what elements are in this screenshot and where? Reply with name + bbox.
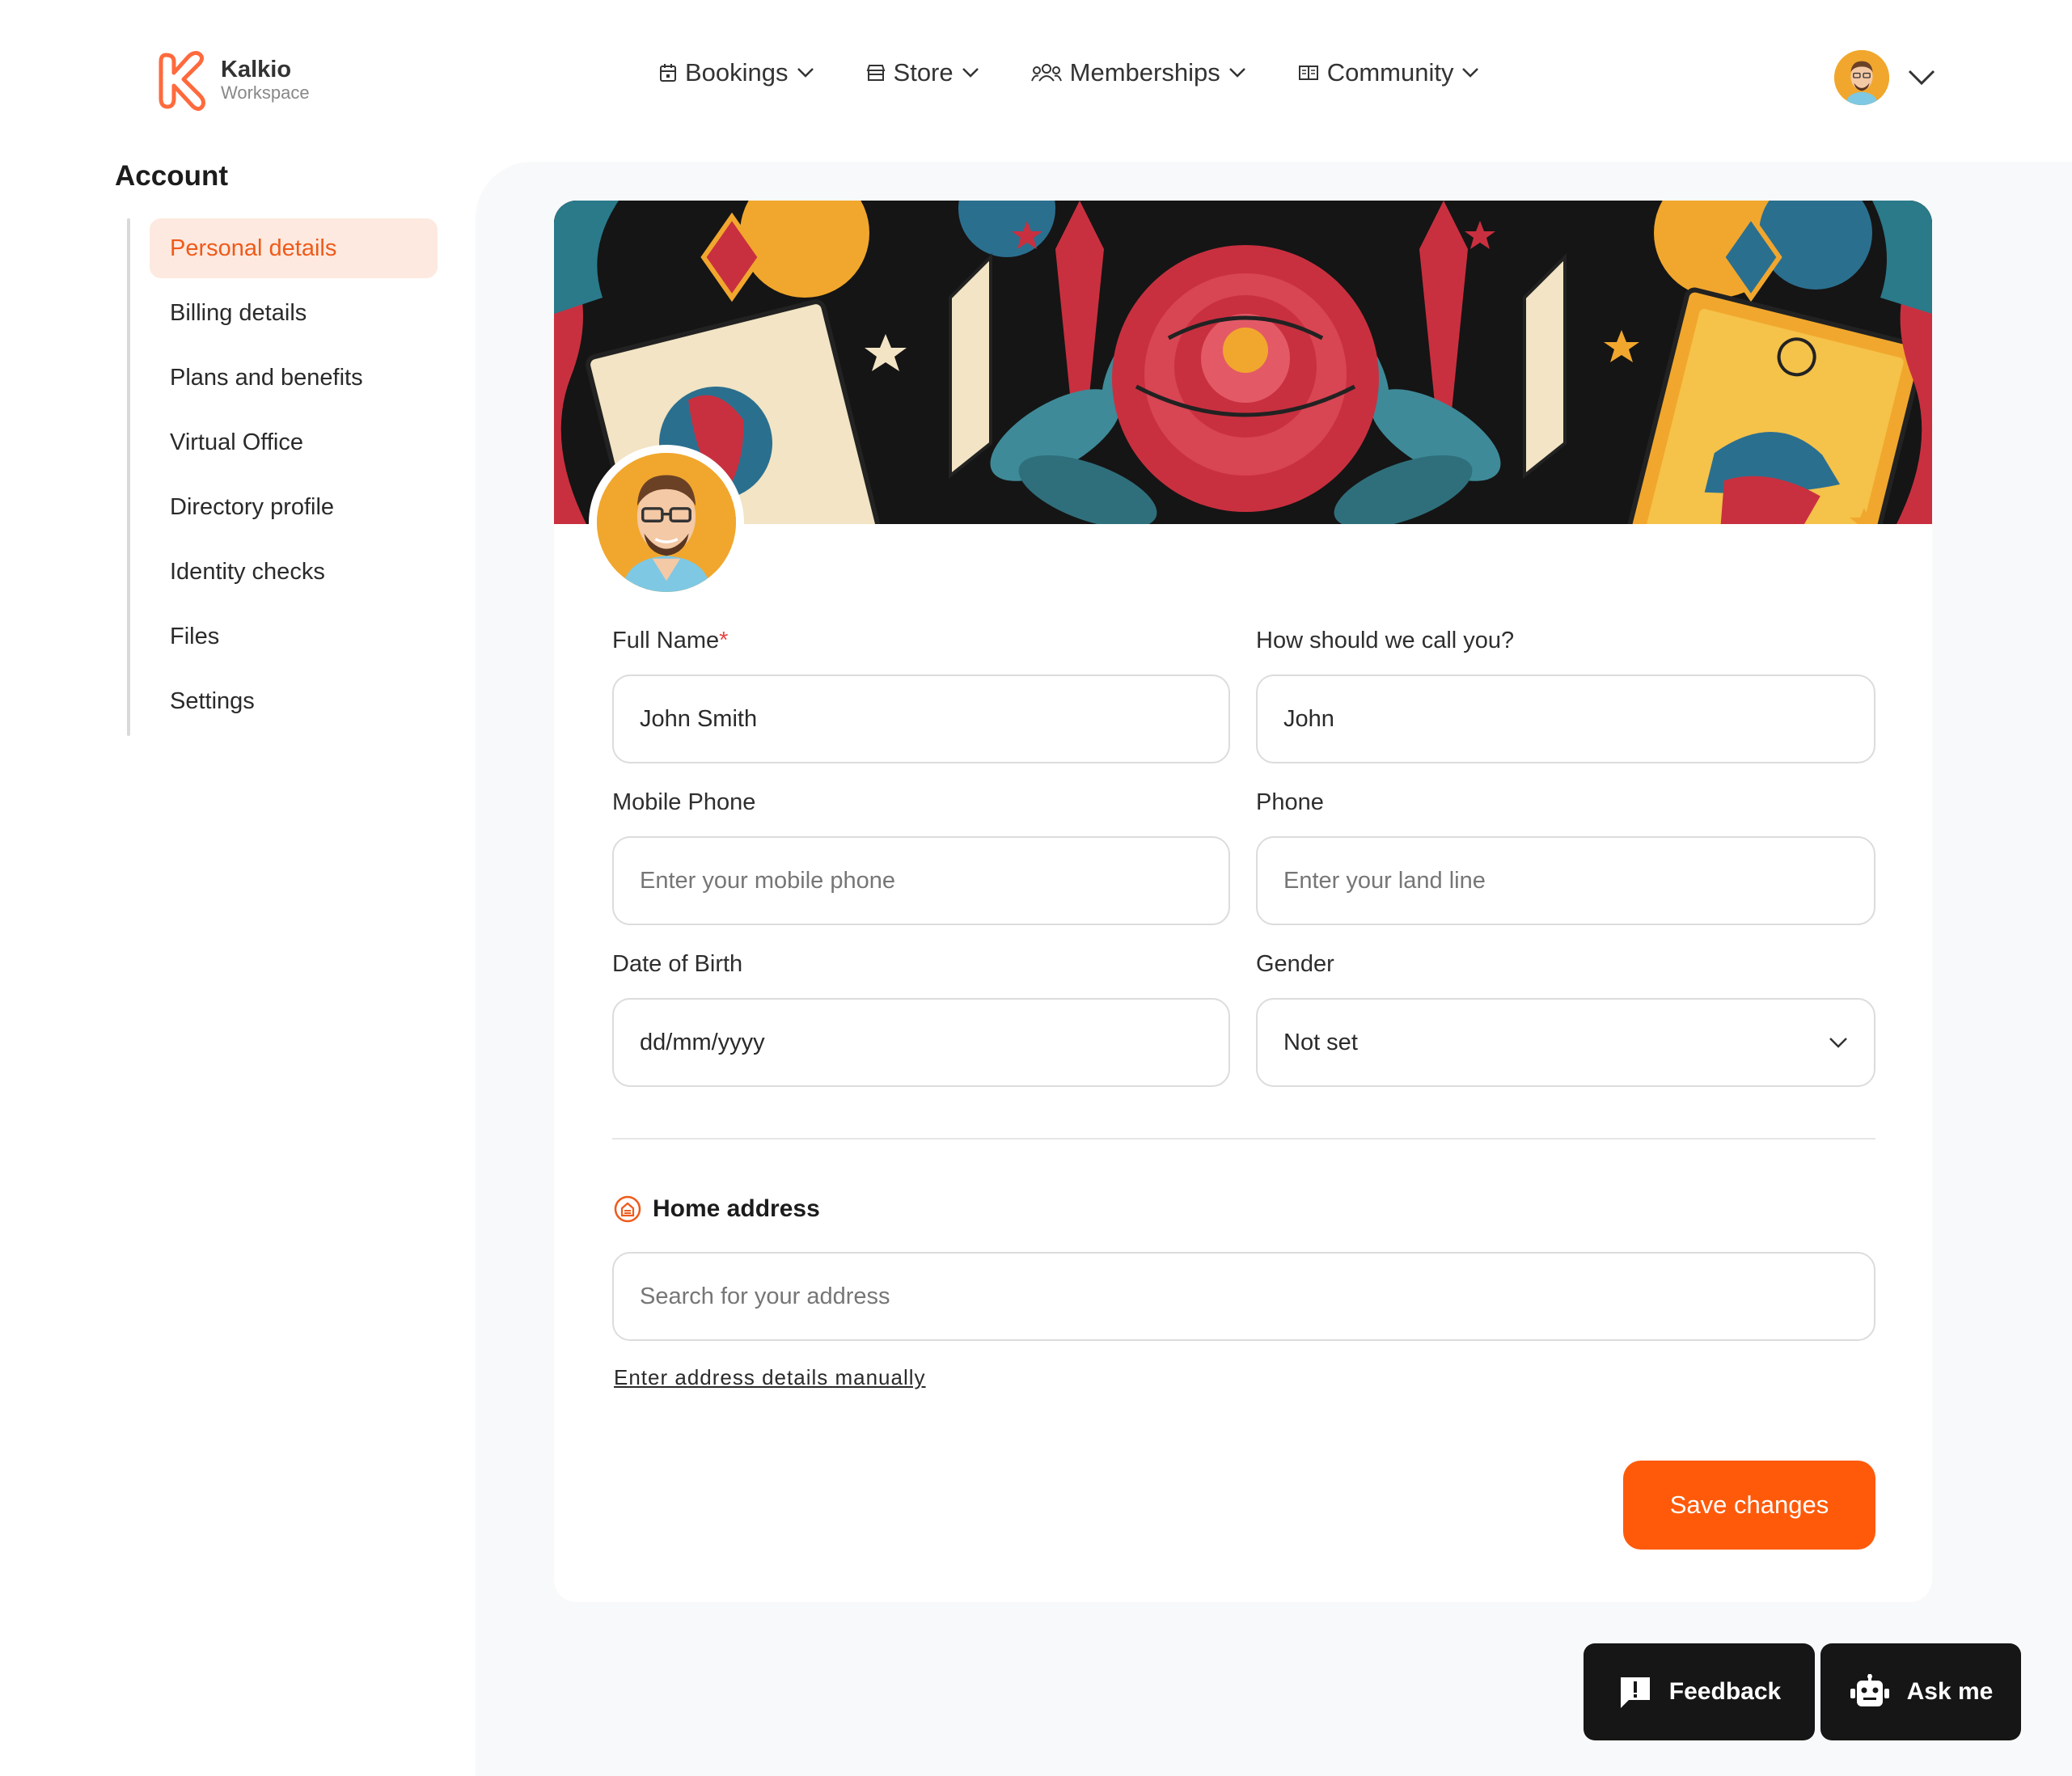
mobile-phone-label: Mobile Phone [612, 789, 756, 815]
nav-label: Community [1326, 58, 1454, 87]
full-name-label: Full Name* [612, 628, 729, 653]
sidebar-item-settings[interactable]: Settings [150, 671, 438, 731]
chevron-down-icon [1228, 68, 1245, 78]
nav-community[interactable]: Community [1298, 58, 1480, 87]
nav-memberships[interactable]: Memberships [1030, 58, 1246, 87]
sidebar-title: Account [115, 160, 228, 192]
dob-label: Date of Birth [612, 951, 743, 977]
sidebar-item-plans-and-benefits[interactable]: Plans and benefits [150, 348, 438, 408]
cover-banner[interactable] [554, 201, 1932, 524]
nav-label: Store [893, 58, 954, 87]
nav-label: Bookings [685, 58, 789, 87]
brand-subtitle: Workspace [221, 82, 310, 103]
address-search-input[interactable]: Search for your address [612, 1252, 1875, 1341]
mobile-phone-input[interactable]: Enter your mobile phone [612, 836, 1230, 925]
enter-address-manually-link[interactable]: Enter address details manually [614, 1365, 926, 1390]
sidebar-item-identity-checks[interactable]: Identity checks [150, 542, 438, 602]
nav-store[interactable]: Store [866, 58, 979, 87]
store-icon [866, 65, 885, 81]
nav-label: Memberships [1069, 58, 1220, 87]
required-marker: * [719, 628, 729, 653]
logo[interactable]: Kalkio Workspace [156, 49, 310, 112]
user-menu[interactable] [1834, 50, 1936, 105]
gender-label: Gender [1256, 951, 1334, 977]
full-name-input[interactable]: John Smith [612, 674, 1230, 763]
robot-icon [1850, 1674, 1889, 1706]
ask-me-button[interactable]: Ask me [1820, 1643, 2021, 1740]
sidebar-item-virtual-office[interactable]: Virtual Office [150, 412, 438, 472]
home-address-icon [614, 1195, 641, 1223]
sidebar-item-files[interactable]: Files [150, 607, 438, 666]
section-divider [612, 1138, 1875, 1140]
dob-input[interactable]: dd/mm/yyyy [612, 998, 1230, 1087]
nav-bookings[interactable]: Bookings [659, 58, 814, 87]
feedback-button[interactable]: Feedback [1584, 1643, 1815, 1740]
sidebar-menu: Personal details Billing details Plans a… [150, 218, 438, 736]
nickname-label: How should we call you? [1256, 628, 1515, 653]
save-changes-button[interactable]: Save changes [1623, 1461, 1875, 1550]
sidebar-item-personal-details[interactable]: Personal details [150, 218, 438, 278]
chevron-down-icon [797, 68, 814, 78]
nickname-input[interactable]: John [1256, 674, 1875, 763]
chevron-down-icon [1462, 68, 1479, 78]
top-navigation: Bookings Store Memberships Community [659, 58, 1479, 87]
kalkio-logo-icon [159, 51, 205, 112]
phone-label: Phone [1256, 789, 1324, 815]
phone-input[interactable]: Enter your land line [1256, 836, 1875, 925]
user-avatar-icon [597, 453, 736, 592]
chevron-down-icon [1829, 1038, 1847, 1048]
profile-card: Full Name* John Smith How should we call… [554, 201, 1932, 1602]
sidebar-divider [127, 218, 130, 736]
chevron-down-icon[interactable] [1907, 69, 1936, 87]
book-icon [1298, 66, 1318, 80]
calendar-icon [660, 64, 676, 82]
feedback-icon [1620, 1677, 1650, 1708]
home-address-heading: Home address [614, 1195, 820, 1223]
brand-name: Kalkio [221, 56, 292, 82]
user-avatar-icon [1834, 50, 1889, 105]
avatar[interactable] [1834, 50, 1889, 105]
sidebar-item-directory-profile[interactable]: Directory profile [150, 477, 438, 537]
tattoo-artwork-image [554, 201, 1932, 524]
gender-select[interactable]: Not set [1256, 998, 1875, 1087]
users-icon [1030, 64, 1062, 82]
sidebar-item-billing-details[interactable]: Billing details [150, 283, 438, 343]
chevron-down-icon [962, 68, 979, 78]
profile-avatar[interactable] [589, 445, 744, 600]
